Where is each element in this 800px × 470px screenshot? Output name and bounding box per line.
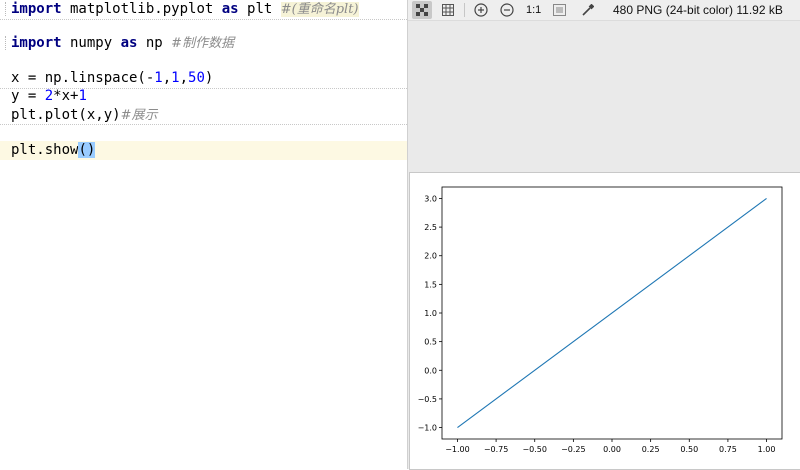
y-tick-label: 1.5 <box>424 280 437 289</box>
code-token: plt.show <box>11 142 79 158</box>
code-token: x = np.linspace(- <box>11 70 155 86</box>
line-separator <box>0 19 407 21</box>
code-token: 1 <box>171 70 180 86</box>
plot-image: −1.00 −0.75 −0.50 −0.25 0.00 0.25 0.50 0.75 1.00… <box>409 172 800 470</box>
zoom-in-icon[interactable] <box>471 1 491 19</box>
x-tick-label: −1.00 <box>445 445 470 454</box>
x-tick-label: 0.25 <box>642 445 660 454</box>
series-line <box>457 198 767 428</box>
y-tick-label: −0.5 <box>418 395 437 404</box>
code-token: () <box>78 142 96 158</box>
code-token: 1 <box>154 70 163 86</box>
code-token: np <box>137 35 172 51</box>
fold-marker <box>5 36 7 50</box>
code-line-y-assign[interactable]: y = 2*x+1 <box>11 87 87 105</box>
checkerboard-icon[interactable] <box>412 1 432 19</box>
code-line-show[interactable]: plt.show() <box>11 141 96 159</box>
zoom-out-icon[interactable] <box>497 1 517 19</box>
code-token: 50 <box>188 70 205 86</box>
code-token: ) <box>204 70 214 86</box>
code-token: as <box>120 35 138 51</box>
viewer-toolbar: 1:1 480 PNG (24-bit color) 11.92 kB <box>408 0 800 21</box>
eyedropper-icon[interactable] <box>577 1 597 19</box>
fit-icon[interactable] <box>549 1 569 19</box>
y-tick-label: 1.0 <box>424 309 437 318</box>
code-token: plt <box>238 1 281 17</box>
code-line-import-numpy[interactable]: import numpy as np #制作数据 <box>11 34 234 52</box>
y-tick-label: 0.5 <box>424 338 437 347</box>
code-token: 2 <box>44 88 54 104</box>
line-separator <box>0 124 407 126</box>
actual-size-button[interactable]: 1:1 <box>526 2 541 18</box>
x-tick-label: −0.75 <box>484 445 509 454</box>
code-editor[interactable]: import matplotlib.pyplot as plt #(重命名plt… <box>0 0 407 469</box>
grid-icon[interactable] <box>438 1 458 19</box>
x-tick-label: 0.50 <box>680 445 698 454</box>
y-tick-label: 2.0 <box>424 252 437 261</box>
code-token: *x+ <box>53 88 79 104</box>
x-tick-label: 0.75 <box>719 445 737 454</box>
code-token: #展示 <box>120 108 158 123</box>
code-token: import <box>11 35 62 51</box>
toolbar-separator <box>464 3 465 17</box>
y-tick-label: −1.0 <box>418 424 437 433</box>
x-tick-label: −0.25 <box>561 445 586 454</box>
code-token: as <box>221 1 239 17</box>
code-line-plot[interactable]: plt.plot(x,y)#展示 <box>11 106 157 124</box>
code-token: , <box>162 70 172 86</box>
code-token: #制作数据 <box>171 36 235 51</box>
x-tick-label: 0.00 <box>603 445 621 454</box>
line-chart: −1.00 −0.75 −0.50 −0.25 0.00 0.25 0.50 0.75 1.00… <box>418 186 783 454</box>
code-token: numpy <box>61 35 121 51</box>
x-tick-label: 1.00 <box>758 445 776 454</box>
image-viewer: 1:1 480 PNG (24-bit color) 11.92 kB −1.0… <box>407 0 800 470</box>
code-token: matplotlib.pyplot <box>61 1 222 17</box>
y-tick-label: 0.0 <box>424 366 437 375</box>
y-tick-label: 3.0 <box>424 194 437 203</box>
code-line-import-matplotlib[interactable]: import matplotlib.pyplot as plt #(重命名plt… <box>11 0 359 18</box>
x-tick-label: −0.50 <box>522 445 547 454</box>
image-info: 480 PNG (24-bit color) 11.92 kB <box>613 3 783 17</box>
code-token: #(重命名plt) <box>280 2 359 17</box>
code-token: plt.plot(x,y) <box>11 107 121 123</box>
y-tick-label: 2.5 <box>424 223 437 232</box>
fold-marker <box>5 2 7 16</box>
code-line-linspace[interactable]: x = np.linspace(-1,1,50) <box>11 69 213 87</box>
code-token: y = <box>11 88 45 104</box>
code-token: 1 <box>78 88 87 104</box>
code-token: import <box>11 1 62 17</box>
code-token: , <box>179 70 189 86</box>
